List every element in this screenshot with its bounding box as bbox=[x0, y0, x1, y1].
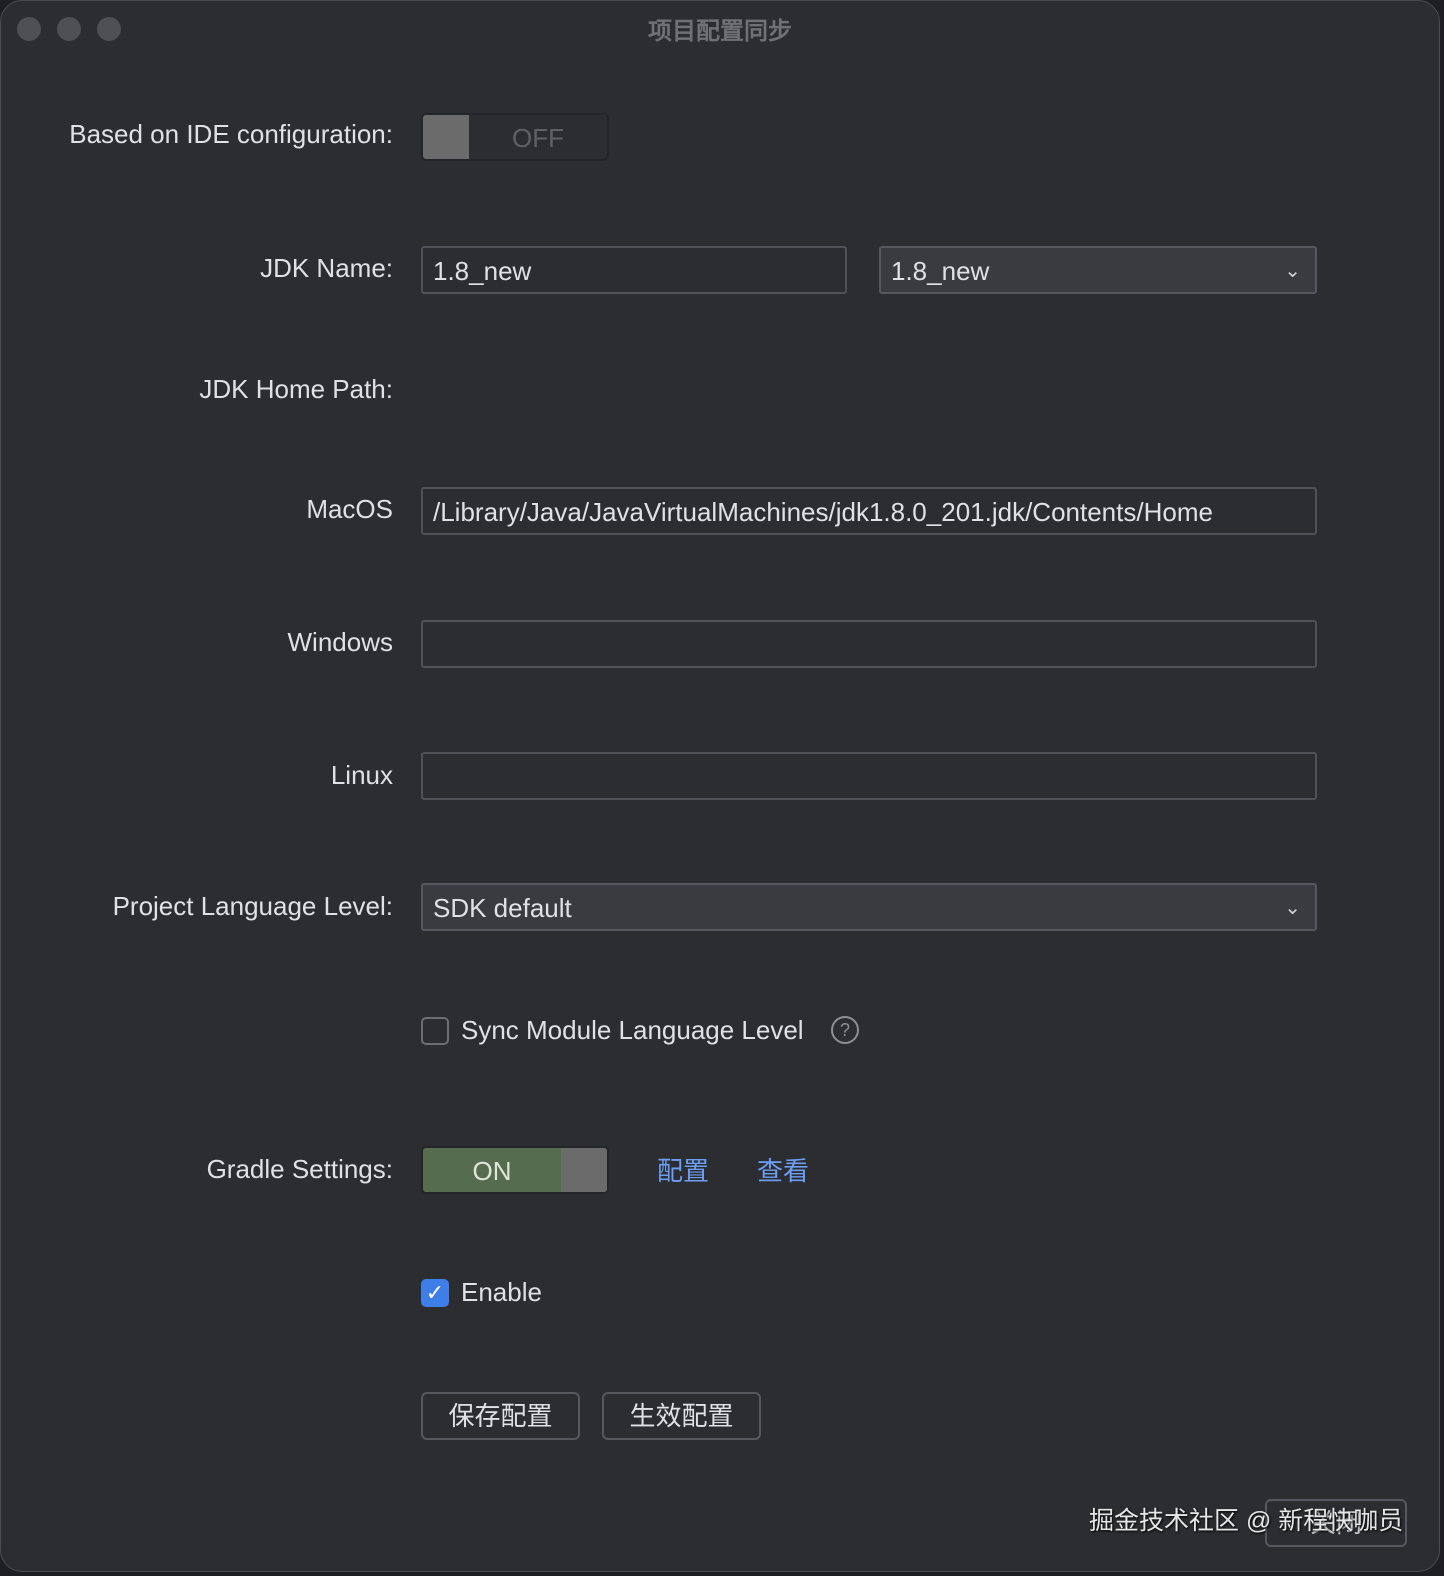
jdk-name-label: JDK Name: bbox=[260, 253, 393, 283]
windows-label: Windows bbox=[287, 627, 393, 657]
window-title: 项目配置同步 bbox=[648, 18, 792, 45]
ide-config-toggle[interactable]: OFF bbox=[421, 113, 609, 161]
macos-label: MacOS bbox=[306, 494, 393, 524]
checkmark-icon: ✓ bbox=[425, 1280, 445, 1305]
language-level-value: SDK default bbox=[433, 893, 572, 923]
help-icon[interactable]: ? bbox=[831, 1016, 859, 1044]
jdk-select-value: 1.8_new bbox=[891, 256, 990, 286]
dialog-window: 项目配置同步 Based on IDE configuration: OFF J… bbox=[0, 0, 1440, 1572]
chevron-down-icon: ⌄ bbox=[1284, 260, 1301, 282]
jdk-name-input[interactable]: 1.8_new bbox=[421, 246, 847, 294]
apply-config-button[interactable]: 生效配置 bbox=[602, 1392, 761, 1440]
gradle-toggle[interactable]: ON bbox=[421, 1146, 609, 1194]
save-config-button[interactable]: 保存配置 bbox=[421, 1392, 580, 1440]
enable-checkbox[interactable]: ✓ bbox=[421, 1279, 449, 1307]
language-level-label: Project Language Level: bbox=[112, 891, 393, 921]
linux-path-input[interactable] bbox=[421, 752, 1317, 800]
enable-label: Enable bbox=[461, 1277, 542, 1307]
windows-path-input[interactable] bbox=[421, 620, 1317, 668]
watermark: 掘金技术社区 @ 新程快咖员 bbox=[1089, 1507, 1404, 1535]
jdk-home-label: JDK Home Path: bbox=[199, 374, 393, 404]
gradle-view-link[interactable]: 查看 bbox=[757, 1151, 809, 1188]
gradle-config-link[interactable]: 配置 bbox=[657, 1151, 709, 1188]
sync-module-checkbox[interactable] bbox=[421, 1017, 449, 1045]
language-level-select[interactable]: SDK default ⌄ bbox=[421, 883, 1317, 931]
toggle-state: OFF bbox=[512, 123, 564, 153]
gradle-label: Gradle Settings: bbox=[206, 1154, 393, 1184]
macos-path-input[interactable]: /Library/Java/JavaVirtualMachines/jdk1.8… bbox=[421, 487, 1317, 535]
toggle-state: ON bbox=[472, 1156, 512, 1186]
jdk-select[interactable]: 1.8_new ⌄ bbox=[879, 246, 1317, 294]
ide-config-label: Based on IDE configuration: bbox=[69, 119, 393, 149]
linux-label: Linux bbox=[330, 760, 393, 790]
sync-module-label: Sync Module Language Level bbox=[461, 1015, 804, 1045]
chevron-down-icon: ⌄ bbox=[1284, 897, 1301, 919]
